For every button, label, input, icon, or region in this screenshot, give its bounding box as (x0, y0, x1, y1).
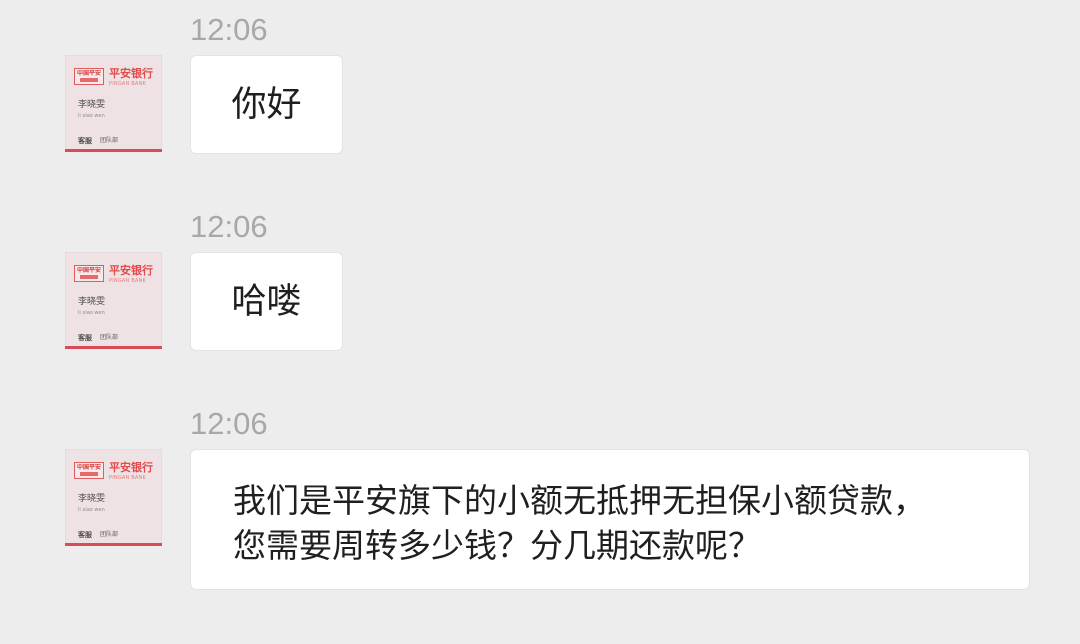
person-role: 客服 (78, 531, 92, 539)
person-department: 团队部 (100, 137, 119, 144)
message-bubble[interactable]: 我们是平安旗下的小额无抵押无担保小额贷款， 您需要周转多少钱？分几期还款呢？ (190, 449, 1030, 590)
person-pinyin: li xiao wen (78, 310, 105, 316)
bank-logo-badge: 中国平安 (74, 265, 104, 282)
person-name: 李晓雯 (78, 100, 106, 110)
logo-underline (80, 275, 98, 279)
logo-underline (80, 78, 98, 82)
message-line: 您需要周转多少钱？分几期还款呢？ (233, 526, 761, 565)
person-department: 团队部 (100, 334, 119, 341)
message-timestamp: 12:06 (190, 209, 268, 244)
bank-logo-badge: 中国平安 (74, 68, 104, 85)
person-pinyin: li xiao wen (78, 113, 105, 119)
message-timestamp: 12:06 (190, 406, 268, 441)
bank-name-en: PINGAN BANK (109, 81, 146, 87)
logo-underline (80, 472, 98, 476)
person-role: 客服 (78, 137, 92, 145)
bank-name-cn: 平安银行 (109, 264, 153, 277)
person-department: 团队部 (100, 531, 119, 538)
bank-name-en: PINGAN BANK (109, 278, 146, 284)
avatar-bottom-stripe (65, 543, 162, 546)
person-name: 李晓雯 (78, 494, 106, 504)
message-bubble[interactable]: 你好 (190, 55, 343, 154)
avatar-bottom-stripe (65, 149, 162, 152)
contact-avatar[interactable]: 中国平安 平安银行 PINGAN BANK 李晓雯 li xiao wen 客服… (65, 55, 162, 152)
bank-name-cn: 平安银行 (109, 67, 153, 80)
message-bubble[interactable]: 哈喽 (190, 252, 343, 351)
avatar-bottom-stripe (65, 346, 162, 349)
bank-name-en: PINGAN BANK (109, 475, 146, 481)
person-pinyin: li xiao wen (78, 507, 105, 513)
chat-screen: { "avatar": { "bank_name_cn": "平安银行", "b… (0, 0, 1080, 644)
contact-avatar[interactable]: 中国平安 平安银行 PINGAN BANK 李晓雯 li xiao wen 客服… (65, 252, 162, 349)
bank-name-cn: 平安银行 (109, 461, 153, 474)
bank-logo-badge: 中国平安 (74, 462, 104, 479)
message-timestamp: 12:06 (190, 12, 268, 47)
person-role: 客服 (78, 334, 92, 342)
contact-avatar[interactable]: 中国平安 平安银行 PINGAN BANK 李晓雯 li xiao wen 客服… (65, 449, 162, 546)
message-line: 我们是平安旗下的小额无抵押无担保小额贷款， (233, 481, 926, 520)
person-name: 李晓雯 (78, 297, 106, 307)
